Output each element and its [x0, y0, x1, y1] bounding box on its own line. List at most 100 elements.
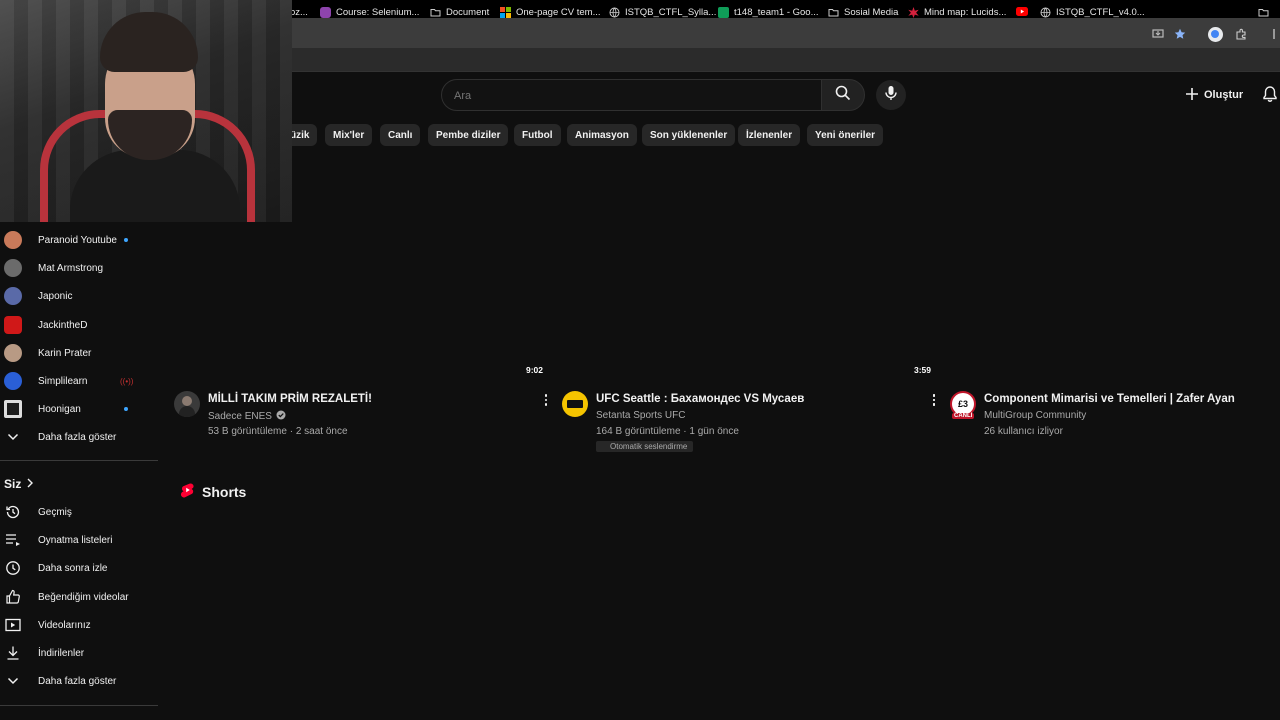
sidebar-item-label: Mat Armstrong — [38, 262, 104, 274]
bookmark-item[interactable] — [1016, 4, 1028, 20]
more-options-icon[interactable] — [929, 391, 939, 409]
globe-icon — [1040, 7, 1051, 18]
avatar — [4, 400, 22, 418]
video-channel[interactable]: Setanta Sports UFC — [596, 410, 685, 421]
bookmark-label: Course: Selenium... — [336, 6, 420, 18]
sidebar-item-label: Daha sonra izle — [38, 562, 108, 574]
video-channel[interactable]: MultiGroup Community — [984, 410, 1086, 421]
bookmark-item[interactable]: Mind map: Lucids... — [908, 4, 1006, 20]
video-meta: 53 B görüntüleme · 2 saat önce — [208, 426, 348, 437]
folder-icon — [430, 7, 441, 18]
shorts-title: Shorts — [202, 483, 247, 500]
sidebar-item-label: Japonic — [38, 290, 73, 302]
google-translate-icon[interactable] — [1207, 26, 1223, 42]
extensions-icon[interactable] — [1233, 26, 1249, 42]
microphone-icon — [885, 85, 897, 106]
sidebar-item-japonic[interactable]: Japonic — [0, 282, 158, 310]
sidebar-section-title: Siz — [4, 477, 22, 491]
chip-football[interactable]: Futbol — [514, 124, 561, 146]
sidebar-item-your-videos[interactable]: Videolarınız — [0, 611, 158, 639]
bookmark-item[interactable]: ISTQB_CTFL_Sylla... — [609, 4, 716, 20]
new-content-dot — [124, 238, 128, 242]
chip-label: üzik — [290, 129, 310, 141]
sidebar-item-karin-prater[interactable]: Karin Prater — [0, 339, 158, 367]
bookmark-label: ISTQB_CTFL_v4.0... — [1056, 6, 1145, 18]
chip-watched[interactable]: İzlenenler — [738, 124, 801, 146]
bookmark-star-icon[interactable] — [1172, 26, 1188, 42]
create-button[interactable]: Oluştur — [1184, 84, 1243, 106]
video-duration: 3:59 — [914, 365, 932, 375]
verified-icon — [276, 410, 286, 423]
bookmark-item[interactable]: One-page CV tem... — [500, 4, 600, 20]
channel-name: MultiGroup Community — [984, 410, 1087, 421]
new-content-dot — [124, 407, 128, 411]
history-icon — [4, 503, 22, 521]
sidebar-item-label: Simplilearn — [38, 375, 88, 387]
video-title[interactable]: Component Mimarisi ve Temelleri | Zafer … — [984, 393, 1235, 405]
video-card[interactable]: £3 CANLI Component Mimarisi ve Temelleri… — [950, 388, 1280, 458]
sidebar-item-mat-armstrong[interactable]: Mat Armstrong — [0, 254, 158, 282]
search-icon — [835, 85, 851, 106]
webcam-person-body — [70, 150, 240, 222]
chevron-down-icon — [4, 672, 22, 690]
sidebar-item-label: Oynatma listeleri — [38, 534, 113, 546]
video-title[interactable]: UFC Seattle : Бахамондес VS Мусаев — [596, 393, 804, 405]
video-channel[interactable]: Sadece ENES — [208, 410, 286, 423]
bookmark-item[interactable]: Sosial Media — [828, 4, 898, 20]
clock-icon — [4, 559, 22, 577]
bookmark-label: Sosial Media — [844, 6, 899, 18]
search-box[interactable] — [441, 79, 822, 111]
bookmark-item[interactable]: Course: Selenium... — [320, 4, 419, 20]
sidebar-item-history[interactable]: Geçmiş — [0, 498, 158, 526]
sidebar-item-liked-videos[interactable]: Beğendiğim videolar — [0, 583, 158, 611]
more-options-icon[interactable] — [541, 391, 551, 409]
bookmark-item[interactable]: t148_team1 - Goo... — [718, 4, 819, 20]
notifications-button[interactable] — [1262, 85, 1278, 108]
sidebar-item-label: Geçmiş — [38, 506, 72, 518]
youtube-icon — [1016, 6, 1028, 18]
search-button[interactable] — [821, 79, 865, 111]
bookmark-item[interactable]: ISTQB_CTFL_v4.0... — [1040, 4, 1145, 20]
folder-icon — [828, 7, 839, 18]
search-input[interactable] — [454, 87, 804, 105]
chip-soap-operas[interactable]: Pembe diziler — [428, 124, 509, 146]
chevron-down-icon — [4, 428, 22, 446]
sidebar-item-watch-later[interactable]: Daha sonra izle — [0, 554, 158, 582]
channel-name: Sadece ENES — [208, 411, 272, 422]
install-app-icon[interactable] — [1150, 26, 1166, 42]
sidebar-item-jackinthed[interactable]: JackintheD — [0, 311, 158, 339]
globe-icon — [609, 7, 620, 18]
channel-avatar[interactable] — [174, 391, 200, 417]
chip-new-to-you[interactable]: Yeni öneriler — [807, 124, 884, 146]
sidebar-item-downloads[interactable]: İndirilenler — [0, 639, 158, 667]
sidebar-show-more-you[interactable]: Daha fazla göster — [0, 667, 158, 695]
sidebar-you-heading[interactable]: Siz — [4, 477, 34, 491]
chip-label: Yeni öneriler — [815, 129, 876, 141]
sidebar-item-hoonigan[interactable]: Hoonigan — [0, 395, 158, 423]
live-badge: CANLI — [952, 413, 975, 419]
shorts-shelf-header: Shorts — [180, 482, 247, 501]
chip-recently-uploaded[interactable]: Son yüklenenler — [642, 124, 736, 146]
voice-search-button[interactable] — [876, 80, 906, 110]
chip-mixes[interactable]: Mix'ler — [325, 124, 373, 146]
all-bookmarks-folder[interactable] — [1258, 4, 1269, 20]
sidebar-show-more-subscriptions[interactable]: Daha fazla göster — [0, 423, 158, 451]
sidebar-item-label: Karin Prater — [38, 347, 92, 359]
chip-label: İzlenenler — [746, 129, 793, 141]
sidebar-divider — [0, 705, 158, 706]
sidebar-item-playlists[interactable]: Oynatma listeleri — [0, 526, 158, 554]
sheets-icon — [718, 6, 729, 18]
chip-live[interactable]: Canlı — [380, 124, 421, 146]
video-card[interactable]: UFC Seattle : Бахамондес VS Мусаев Setan… — [562, 388, 942, 458]
bookmark-item[interactable]: oz... — [290, 4, 308, 20]
channel-avatar[interactable] — [562, 391, 588, 417]
chip-animation[interactable]: Animasyon — [567, 124, 637, 146]
course-icon — [320, 6, 331, 18]
video-title[interactable]: MİLLİ TAKIM PRİM REZALETİ! — [208, 393, 372, 405]
sidebar-item-paranoid-youtube[interactable]: Paranoid Youtube — [0, 226, 158, 254]
menu-icon[interactable] — [1266, 26, 1280, 42]
video-card[interactable]: MİLLİ TAKIM PRİM REZALETİ! Sadece ENES 5… — [174, 388, 554, 458]
sidebar-item-simplilearn[interactable]: Simplilearn ((•)) — [0, 367, 158, 395]
sidebar-item-label: Hoonigan — [38, 403, 81, 415]
bookmark-item[interactable]: Document — [430, 4, 489, 20]
